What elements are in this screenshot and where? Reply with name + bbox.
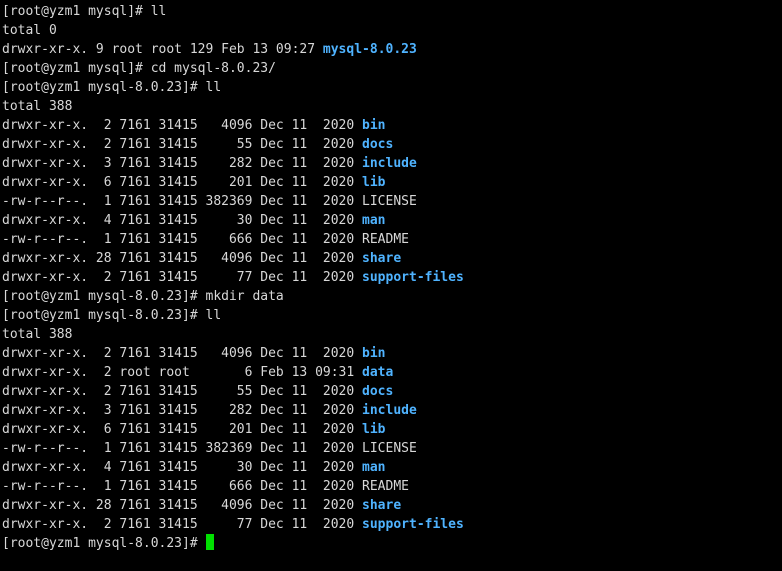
- terminal-line: drwxr-xr-x. 2 7161 31415 77 Dec 11 2020 …: [2, 515, 782, 534]
- terminal-line: [root@yzm1 mysql-8.0.23]# ll: [2, 306, 782, 325]
- line-text: drwxr-xr-x. 2 7161 31415 55 Dec 11 2020: [2, 384, 363, 399]
- terminal-line: drwxr-xr-x. 2 7161 31415 55 Dec 11 2020 …: [2, 382, 782, 401]
- terminal-line: drwxr-xr-x. 3 7161 31415 282 Dec 11 2020…: [2, 154, 782, 173]
- line-text: drwxr-xr-x. 6 7161 31415 201 Dec 11 2020: [2, 422, 363, 437]
- line-text: [root@yzm1 mysql]# ll: [2, 4, 167, 19]
- line-text: drwxr-xr-x. 28 7161 31415 4096 Dec 11 20…: [2, 498, 363, 513]
- directory-name: share: [362, 498, 402, 513]
- terminal-line: [root@yzm1 mysql-8.0.23]# mkdir data: [2, 287, 782, 306]
- line-text: -rw-r--r--. 1 7161 31415 666 Dec 11 2020…: [2, 232, 409, 247]
- terminal-line: drwxr-xr-x. 28 7161 31415 4096 Dec 11 20…: [2, 496, 782, 515]
- line-text: drwxr-xr-x. 4 7161 31415 30 Dec 11 2020: [2, 213, 363, 228]
- line-text: drwxr-xr-x. 2 root root 6 Feb 13 09:31: [2, 365, 363, 380]
- directory-name: man: [362, 460, 386, 475]
- terminal-line: drwxr-xr-x. 6 7161 31415 201 Dec 11 2020…: [2, 173, 782, 192]
- terminal-prompt-line[interactable]: [root@yzm1 mysql-8.0.23]#: [2, 534, 782, 553]
- line-text: [root@yzm1 mysql]# cd mysql-8.0.23/: [2, 61, 276, 76]
- terminal-line: drwxr-xr-x. 2 7161 31415 4096 Dec 11 202…: [2, 344, 782, 363]
- terminal-line: drwxr-xr-x. 2 root root 6 Feb 13 09:31 d…: [2, 363, 782, 382]
- terminal-line: [root@yzm1 mysql]# ll: [2, 2, 782, 21]
- line-text: total 388: [2, 327, 73, 342]
- line-text: drwxr-xr-x. 3 7161 31415 282 Dec 11 2020: [2, 403, 363, 418]
- terminal-output: [root@yzm1 mysql]# ll total 0 drwxr-xr-x. …: [2, 2, 782, 534]
- terminal-line: drwxr-xr-x. 4 7161 31415 30 Dec 11 2020 …: [2, 458, 782, 477]
- terminal-line: drwxr-xr-x. 3 7161 31415 282 Dec 11 2020…: [2, 401, 782, 420]
- line-text: drwxr-xr-x. 2 7161 31415 4096 Dec 11 202…: [2, 346, 363, 361]
- line-text: drwxr-xr-x. 2 7161 31415 77 Dec 11 2020: [2, 517, 363, 532]
- line-text: [root@yzm1 mysql-8.0.23]# ll: [2, 80, 222, 95]
- line-text: drwxr-xr-x. 4 7161 31415 30 Dec 11 2020: [2, 460, 363, 475]
- line-text: drwxr-xr-x. 28 7161 31415 4096 Dec 11 20…: [2, 251, 363, 266]
- line-text: drwxr-xr-x. 2 7161 31415 4096 Dec 11 202…: [2, 118, 363, 133]
- terminal-line: drwxr-xr-x. 28 7161 31415 4096 Dec 11 20…: [2, 249, 782, 268]
- line-text: -rw-r--r--. 1 7161 31415 382369 Dec 11 2…: [2, 194, 417, 209]
- line-text: total 0: [2, 23, 57, 38]
- terminal-line: drwxr-xr-x. 2 7161 31415 55 Dec 11 2020 …: [2, 135, 782, 154]
- prompt-text: [root@yzm1 mysql-8.0.23]#: [2, 536, 206, 551]
- terminal-line: drwxr-xr-x. 2 7161 31415 4096 Dec 11 202…: [2, 116, 782, 135]
- directory-name: docs: [362, 384, 394, 399]
- line-text: [root@yzm1 mysql-8.0.23]# mkdir data: [2, 289, 284, 304]
- line-text: drwxr-xr-x. 2 7161 31415 55 Dec 11 2020: [2, 137, 363, 152]
- line-text: -rw-r--r--. 1 7161 31415 666 Dec 11 2020…: [2, 479, 409, 494]
- terminal-line: [root@yzm1 mysql-8.0.23]# ll: [2, 78, 782, 97]
- terminal-line: drwxr-xr-x. 6 7161 31415 201 Dec 11 2020…: [2, 420, 782, 439]
- terminal-line: -rw-r--r--. 1 7161 31415 666 Dec 11 2020…: [2, 230, 782, 249]
- terminal-line: total 388: [2, 325, 782, 344]
- directory-name: lib: [362, 422, 386, 437]
- directory-name: bin: [362, 346, 386, 361]
- line-text: drwxr-xr-x. 6 7161 31415 201 Dec 11 2020: [2, 175, 363, 190]
- line-text: -rw-r--r--. 1 7161 31415 382369 Dec 11 2…: [2, 441, 417, 456]
- terminal-line: total 0: [2, 21, 782, 40]
- terminal-line: -rw-r--r--. 1 7161 31415 382369 Dec 11 2…: [2, 439, 782, 458]
- directory-name: include: [362, 403, 417, 418]
- line-text: drwxr-xr-x. 2 7161 31415 77 Dec 11 2020: [2, 270, 363, 285]
- terminal-line: drwxr-xr-x. 4 7161 31415 30 Dec 11 2020 …: [2, 211, 782, 230]
- line-text: drwxr-xr-x. 3 7161 31415 282 Dec 11 2020: [2, 156, 363, 171]
- text-cursor: [205, 534, 214, 550]
- directory-name: share: [362, 251, 402, 266]
- directory-name: support-files: [362, 270, 464, 285]
- line-text: total 388: [2, 99, 73, 114]
- directory-name: bin: [362, 118, 386, 133]
- terminal-line: -rw-r--r--. 1 7161 31415 666 Dec 11 2020…: [2, 477, 782, 496]
- directory-name: data: [362, 365, 394, 380]
- directory-name: support-files: [362, 517, 464, 532]
- terminal-line: drwxr-xr-x. 2 7161 31415 77 Dec 11 2020 …: [2, 268, 782, 287]
- directory-name: include: [362, 156, 417, 171]
- directory-name: mysql-8.0.23: [322, 42, 417, 57]
- line-text: [root@yzm1 mysql-8.0.23]# ll: [2, 308, 222, 323]
- directory-name: man: [362, 213, 386, 228]
- directory-name: lib: [362, 175, 386, 190]
- terminal-line: total 388: [2, 97, 782, 116]
- terminal-line: [root@yzm1 mysql]# cd mysql-8.0.23/: [2, 59, 782, 78]
- line-text: drwxr-xr-x. 9 root root 129 Feb 13 09:27: [2, 42, 323, 57]
- terminal-window[interactable]: [root@yzm1 mysql]# ll total 0 drwxr-xr-x. …: [0, 0, 782, 571]
- terminal-line: -rw-r--r--. 1 7161 31415 382369 Dec 11 2…: [2, 192, 782, 211]
- directory-name: docs: [362, 137, 394, 152]
- terminal-line: drwxr-xr-x. 9 root root 129 Feb 13 09:27…: [2, 40, 782, 59]
